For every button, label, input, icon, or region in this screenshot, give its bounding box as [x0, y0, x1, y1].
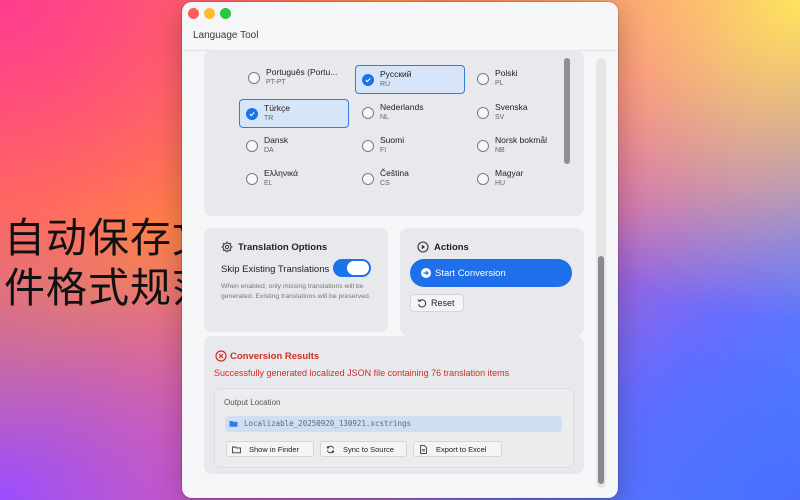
start-conversion-label: Start Conversion: [435, 268, 506, 279]
language-name: Suomi: [380, 135, 405, 145]
output-location-label: Output Location: [224, 398, 281, 407]
language-option-tr[interactable]: Türkçe TR: [239, 99, 349, 128]
language-code: EL: [264, 180, 273, 187]
language-option-nb[interactable]: Norsk bokmål NB: [471, 132, 570, 161]
conversion-results-message: Successfully generated localized JSON fi…: [214, 368, 510, 378]
language-option-ru[interactable]: Русский RU: [355, 65, 465, 94]
reset-arrow-icon: [417, 299, 427, 308]
app-window: Language Tool Português (Portu... PT-PT …: [182, 2, 618, 498]
folder-icon: [229, 421, 238, 427]
language-name: Norsk bokmål: [495, 135, 547, 145]
reset-label: Reset: [431, 298, 455, 308]
language-name: Dansk: [264, 135, 289, 145]
language-list-scrollbar[interactable]: [564, 58, 570, 164]
maximize-window-button[interactable]: [220, 8, 231, 19]
language-option-sv[interactable]: Svenska SV: [471, 99, 570, 128]
language-code: SV: [495, 114, 505, 121]
sync-to-source-button[interactable]: Sync to Source: [320, 441, 407, 457]
window-title: Language Tool: [193, 30, 259, 41]
radio-button[interactable]: [248, 72, 260, 84]
language-name: Čeština: [380, 168, 409, 178]
main-scrollbar-thumb[interactable]: [598, 256, 604, 484]
toggle-knob: [347, 261, 369, 275]
radio-button[interactable]: [477, 107, 489, 119]
minimize-window-button[interactable]: [204, 8, 215, 19]
show-in-finder-button[interactable]: Show in Finder: [226, 441, 314, 457]
radio-button[interactable]: [477, 73, 489, 85]
language-code: CS: [380, 180, 390, 187]
language-name: Polski: [495, 68, 518, 78]
error-circle-icon: [215, 350, 227, 362]
translation-options-title: Translation Options: [238, 242, 328, 253]
language-option-pt-pt[interactable]: Português (Portu... PT-PT: [242, 64, 352, 93]
radio-button[interactable]: [362, 107, 374, 119]
checkmark-icon: [249, 112, 255, 117]
language-option-cs[interactable]: Čeština CS: [356, 165, 466, 194]
radio-button-checked[interactable]: [246, 108, 258, 120]
show-in-finder-label: Show in Finder: [249, 445, 300, 454]
actions-title: Actions: [434, 242, 469, 253]
language-code: RU: [380, 81, 391, 88]
language-option-pl[interactable]: Polski PL: [471, 65, 570, 94]
language-code: PT-PT: [266, 79, 286, 86]
main-scrollbar-track[interactable]: [596, 58, 606, 488]
language-code: DA: [264, 147, 274, 154]
export-to-excel-button[interactable]: Export to Excel: [413, 441, 502, 457]
radio-button[interactable]: [362, 173, 374, 185]
language-name: Русский: [380, 69, 412, 79]
language-option-el[interactable]: Ελληνικά EL: [240, 165, 350, 194]
conversion-results-panel: Conversion Results Successfully generate…: [204, 336, 584, 474]
language-code: NL: [380, 114, 389, 121]
folder-outline-icon: [232, 446, 241, 454]
language-name: Magyar: [495, 168, 524, 178]
language-code: NB: [495, 147, 505, 154]
language-name: Português (Portu...: [266, 67, 338, 77]
close-window-button[interactable]: [188, 8, 199, 19]
output-file-path[interactable]: Localizable_20250920_130921.xcstrings: [225, 416, 562, 432]
language-code: FI: [380, 147, 387, 154]
radio-button[interactable]: [362, 140, 374, 152]
language-option-da[interactable]: Dansk DA: [240, 132, 350, 161]
language-code: PL: [495, 80, 504, 87]
skip-existing-description: When enabled, only missing translations …: [221, 283, 371, 300]
language-option-fi[interactable]: Suomi FI: [356, 132, 466, 161]
document-export-icon: [420, 445, 427, 454]
sync-to-source-label: Sync to Source: [343, 445, 394, 454]
language-name: Ελληνικά: [264, 168, 299, 178]
language-selection-panel: Português (Portu... PT-PT Русский RU Pol…: [204, 50, 584, 216]
radio-button[interactable]: [246, 140, 258, 152]
translation-options-panel: Translation Options Skip Existing Transl…: [204, 228, 388, 332]
skip-existing-toggle[interactable]: [333, 259, 371, 277]
language-code: TR: [264, 115, 274, 122]
reset-button[interactable]: Reset: [410, 294, 464, 312]
skip-existing-label: Skip Existing Translations: [221, 264, 330, 275]
radio-button-checked[interactable]: [362, 74, 374, 86]
checkmark-icon: [365, 78, 371, 83]
sync-icon: [326, 445, 335, 454]
language-name: Nederlands: [380, 102, 424, 112]
start-conversion-button[interactable]: Start Conversion: [410, 259, 572, 287]
radio-button[interactable]: [477, 140, 489, 152]
output-file-name: Localizable_20250920_130921.xcstrings: [244, 419, 412, 428]
language-option-hu[interactable]: Magyar HU: [471, 165, 570, 194]
actions-panel: Actions Start Conversion Reset: [400, 228, 584, 336]
gear-icon: [221, 241, 233, 253]
language-name: Türkçe: [264, 103, 290, 113]
export-to-excel-label: Export to Excel: [436, 445, 487, 454]
language-code: HU: [495, 180, 506, 187]
language-name: Svenska: [495, 102, 528, 112]
title-bar: Language Tool: [182, 2, 618, 50]
play-circle-icon: [417, 241, 429, 253]
arrow-right-circle-icon: [421, 268, 431, 278]
radio-button[interactable]: [246, 173, 258, 185]
language-list: Português (Portu... PT-PT Русский RU Pol…: [204, 50, 570, 206]
radio-button[interactable]: [477, 173, 489, 185]
language-option-nl[interactable]: Nederlands NL: [356, 99, 466, 128]
conversion-results-title: Conversion Results: [230, 351, 320, 362]
